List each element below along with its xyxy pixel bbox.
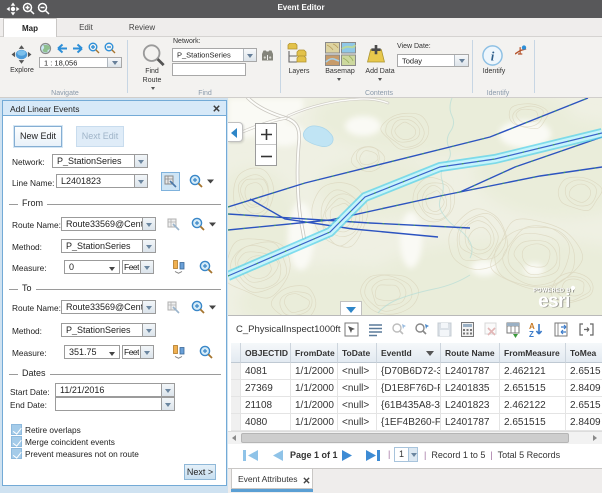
svg-text:i: i [491,50,495,64]
svg-text:esri: esri [538,291,570,312]
svg-text:Z: Z [529,330,534,339]
